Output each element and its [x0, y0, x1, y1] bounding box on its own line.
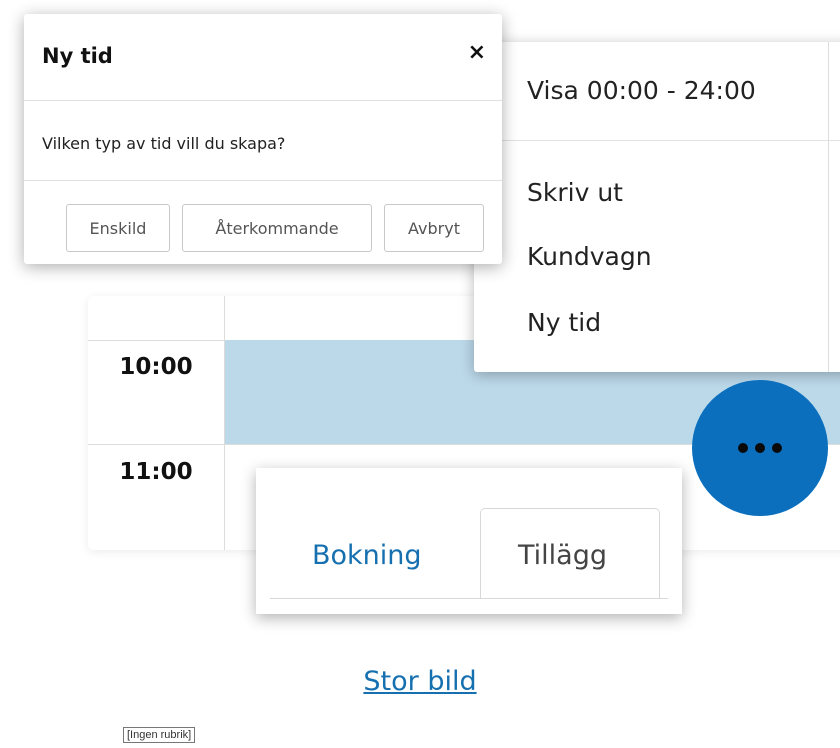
tabs-panel: Bokning Tillägg	[256, 468, 682, 614]
menu-divider	[474, 140, 840, 141]
big-image-link[interactable]: Stor bild	[0, 666, 840, 697]
time-label-10: 10:00	[119, 354, 193, 380]
caption-label: [Ingen rubrik]	[123, 727, 196, 743]
dialog-question: Vilken typ av tid vill du skapa?	[42, 134, 286, 153]
options-menu: Visa 00:00 - 24:00 Skriv ut Kundvagn Ny …	[474, 42, 840, 372]
tab-extras[interactable]: Tillägg	[518, 540, 607, 571]
tabs-baseline	[270, 598, 668, 599]
time-label-11: 11:00	[119, 459, 193, 485]
screenshot-stage: 10:00 11:00 Visa 00:00 - 24:00 Skriv ut …	[0, 0, 840, 748]
cancel-button[interactable]: Avbryt	[384, 204, 484, 252]
recurring-button[interactable]: Återkommande	[182, 204, 372, 252]
more-actions-button[interactable]	[692, 380, 828, 516]
tab-booking[interactable]: Bokning	[312, 540, 422, 571]
menu-item-show-all-day[interactable]: Visa 00:00 - 24:00	[527, 76, 756, 105]
new-time-dialog: Ny tid × Vilken typ av tid vill du skapa…	[24, 14, 502, 264]
menu-divider-vertical	[828, 42, 829, 372]
dialog-footer-divider	[24, 180, 502, 181]
menu-item-print[interactable]: Skriv ut	[527, 178, 623, 207]
dialog-header-divider	[24, 100, 502, 101]
more-dots-icon	[738, 443, 782, 453]
calendar-divider	[224, 296, 225, 550]
single-button[interactable]: Enskild	[66, 204, 170, 252]
menu-item-new-time[interactable]: Ny tid	[527, 308, 601, 337]
close-icon[interactable]: ×	[468, 40, 486, 65]
dialog-title: Ny tid	[42, 44, 113, 68]
menu-item-cart[interactable]: Kundvagn	[527, 242, 652, 271]
